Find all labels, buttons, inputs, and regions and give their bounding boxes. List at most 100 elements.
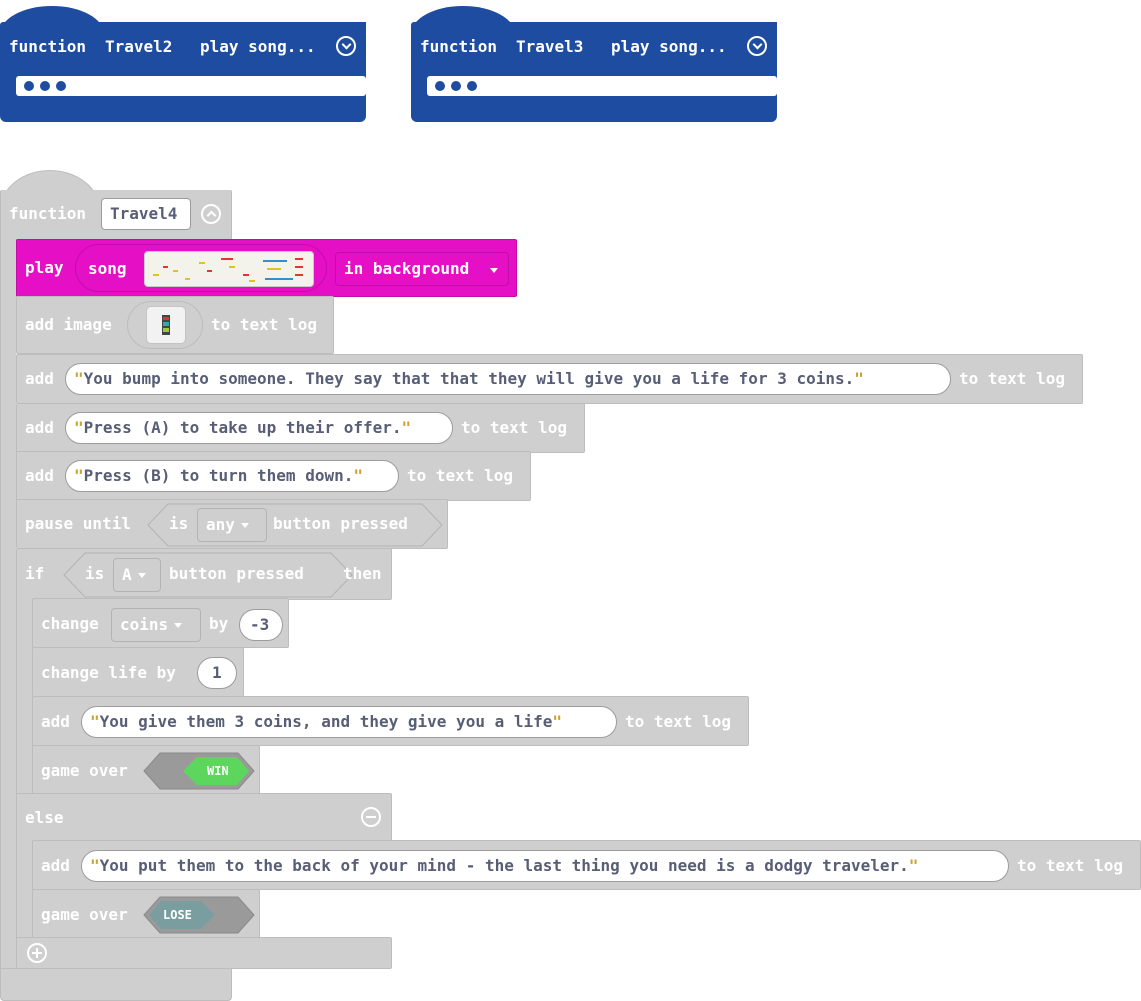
function-name: Travel3 [516,37,584,56]
function-keyword: function [420,37,498,56]
image-reporter[interactable] [127,301,203,349]
function-name: Travel4 [110,204,178,223]
variable-value: coins [120,615,169,634]
dot-icon [24,81,34,91]
function-name: Travel2 [105,37,173,56]
to-text-log-label: to text log [211,315,317,334]
chevron-down-icon[interactable] [336,36,356,56]
change-life-block[interactable]: change life by 1 [32,647,244,697]
background-dropdown[interactable]: in background [335,252,509,286]
if-footer [16,937,392,969]
function-keyword: function [9,204,87,223]
function-spine [0,238,16,970]
else-header[interactable]: else [16,793,392,841]
text-value: You put them to the back of your mind - … [99,856,909,875]
to-text-log-label: to text log [625,712,731,731]
button-dropdown[interactable]: any [197,508,267,542]
song-thumbnail[interactable] [144,251,314,287]
minus-icon[interactable] [361,807,381,827]
function-header[interactable]: function Travel2 play song... [0,22,366,74]
collapsed-bar[interactable] [427,76,777,96]
button-dropdown[interactable]: A [113,558,161,592]
button-pressed-label: button pressed [169,564,304,583]
then-label: then [343,564,382,583]
text-value: Press (A) to take up their offer. [83,418,402,437]
play-song-block[interactable]: play song in background [16,239,517,297]
add-text-block[interactable]: add "You put them to the back of your mi… [32,840,1141,890]
pause-until-block[interactable]: pause until is any button pressed [16,499,448,549]
add-image-block[interactable]: add image to text log [16,296,334,354]
mode-label: in background [344,259,470,278]
sprite-thumbnail[interactable] [146,306,186,344]
collapsed-bar[interactable] [16,76,366,96]
else-label: else [25,808,64,827]
chevron-down-icon [137,573,146,578]
dot-icon [56,81,66,91]
button-value: A [122,565,132,584]
text-input[interactable]: "Press (A) to take up their offer." [65,412,453,444]
if-header[interactable]: if is A button pressed then [16,548,392,600]
chevron-down-icon [240,523,249,528]
dot-icon [467,81,477,91]
add-text-block[interactable]: add "You give them 3 coins, and they giv… [32,696,749,746]
number-value: 1 [212,663,222,682]
add-label: add [41,856,70,875]
add-label: add [25,369,54,388]
is-label: is [169,514,189,533]
is-label: is [85,564,105,583]
chevron-down-icon[interactable] [747,36,767,56]
dot-icon [40,81,50,91]
function-body [0,74,366,122]
lose-toggle[interactable] [143,896,255,934]
by-label: by [209,614,229,633]
song-reporter[interactable]: song [75,244,327,292]
add-label: add [25,466,54,485]
add-image-label: add image [25,315,112,334]
number-input[interactable]: -3 [239,609,283,641]
song-label: song [88,259,127,278]
change-coins-block[interactable]: change coins by -3 [32,598,289,648]
text-value: You give them 3 coins, and they give you… [99,712,553,731]
text-input[interactable]: "You give them 3 coins, and they give yo… [81,706,617,738]
to-text-log-label: to text log [407,466,513,485]
function-body [411,74,777,122]
else-spine [16,839,33,939]
number-value: -3 [250,615,270,634]
add-text-block[interactable]: add "Press (A) to take up their offer." … [16,403,585,453]
text-value: You bump into someone. They say that tha… [83,369,855,388]
win-label: WIN [207,764,229,778]
text-input[interactable]: "Press (B) to turn them down." [65,460,399,492]
dot-icon [435,81,445,91]
variable-dropdown[interactable]: coins [111,608,201,642]
change-label: change [41,614,99,633]
add-label: add [41,712,70,731]
to-text-log-label: to text log [1017,856,1123,875]
dot-icon [451,81,461,91]
number-input[interactable]: 1 [197,657,237,689]
text-input[interactable]: "You put them to the back of your mind -… [81,850,1009,882]
text-input[interactable]: "You bump into someone. They say that th… [65,363,951,395]
function-footer [0,968,232,1001]
add-text-block[interactable]: add "Press (B) to turn them down." to te… [16,451,531,501]
plus-icon[interactable] [27,943,47,963]
function-header[interactable]: function Travel3 play song... [411,22,777,74]
button-pressed-label: button pressed [273,514,408,533]
button-value: any [206,515,235,534]
chevron-down-icon [490,268,498,273]
win-toggle[interactable] [143,752,255,790]
add-label: add [25,418,54,437]
pause-until-label: pause until [25,514,131,533]
lose-label: LOSE [163,908,192,922]
game-over-lose-block[interactable]: game over LOSE [32,889,260,939]
function-summary: play song... [200,37,316,56]
sprite-image [162,315,170,335]
function-summary: play song... [611,37,727,56]
to-text-log-label: to text log [959,369,1065,388]
if-spine [16,598,33,794]
add-text-block[interactable]: add "You bump into someone. They say tha… [16,354,1083,404]
chevron-up-icon[interactable] [201,204,221,224]
function-header[interactable]: function Travel4 [0,190,232,240]
game-over-label: game over [41,761,128,780]
function-name-field[interactable]: Travel4 [101,198,191,230]
game-over-win-block[interactable]: game over WIN [32,745,260,795]
